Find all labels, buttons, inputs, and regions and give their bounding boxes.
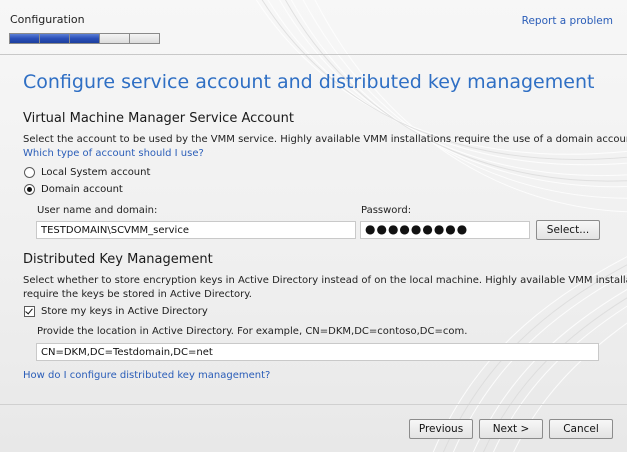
setup-wizard-window: Configuration Report a problem Configure… [0,0,627,452]
radio-button[interactable] [24,167,35,178]
page-title: Configure service account and distribute… [23,71,595,93]
radio-button[interactable] [24,184,35,195]
ad-location-label: Provide the location in Active Directory… [37,326,468,337]
progress-segment [130,34,159,43]
password-label: Password: [361,205,412,216]
dkm-description-line-2: require the keys be stored in Active Dir… [23,289,252,300]
step-name: Configuration [10,13,85,26]
progress-segment [100,34,130,43]
progress-segment [40,34,70,43]
next-button[interactable]: Next > [479,419,543,439]
store-keys-checkbox-row[interactable]: Store my keys in Active Directory [24,306,208,317]
account-type-help-link[interactable]: Which type of account should I use? [23,148,204,159]
header-divider [0,54,627,55]
dkm-help-link[interactable]: How do I configure distributed key manag… [23,370,270,381]
username-label: User name and domain: [37,205,158,216]
password-input[interactable]: ●●●●●●●●● [360,221,530,239]
cancel-button[interactable]: Cancel [549,419,613,439]
progress-bar [9,33,160,44]
select-account-button[interactable]: Select... [536,220,600,240]
domain-account-radio[interactable]: Domain account [24,184,123,195]
previous-button[interactable]: Previous [409,419,473,439]
vmm-account-description: Select the account to be used by the VMM… [23,134,627,145]
wizard-header: Configuration Report a problem [0,0,627,54]
dkm-section-title: Distributed Key Management [23,252,213,267]
report-problem-link[interactable]: Report a problem [522,15,613,27]
progress-segment [70,34,100,43]
store-keys-checkbox[interactable] [24,306,35,317]
local-system-account-radio[interactable]: Local System account [24,167,150,178]
local-system-account-label: Local System account [41,167,151,178]
progress-segment [10,34,40,43]
ad-location-input[interactable] [36,343,599,361]
username-input[interactable] [36,221,356,239]
store-keys-label: Store my keys in Active Directory [41,306,208,317]
footer-divider [0,404,627,405]
dkm-description-line-1: Select whether to store encryption keys … [23,275,627,286]
domain-account-label: Domain account [41,184,123,195]
vmm-account-section-title: Virtual Machine Manager Service Account [23,111,294,126]
